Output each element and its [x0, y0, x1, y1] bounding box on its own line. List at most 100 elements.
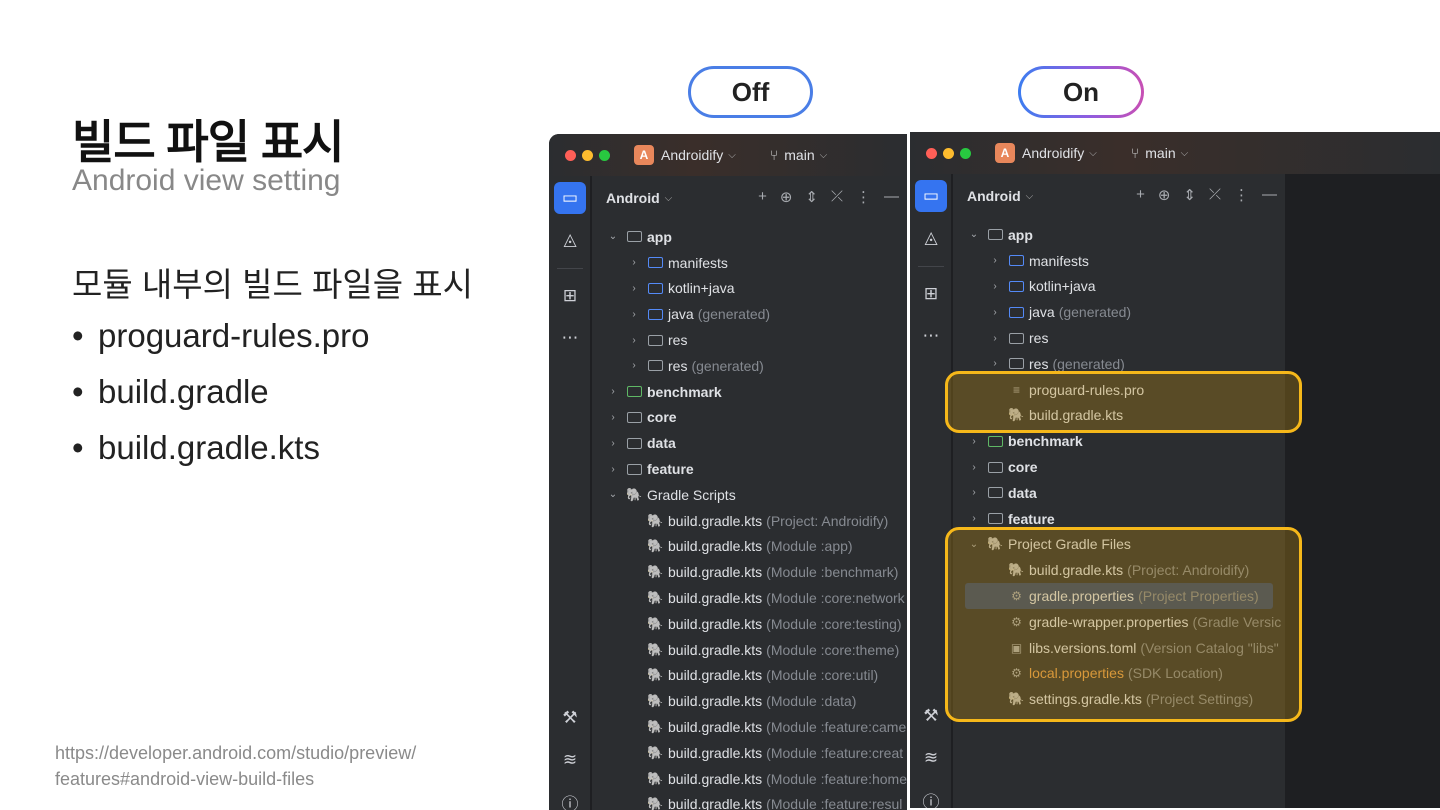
collapse-all-icon[interactable]: ⤫ [831, 188, 843, 206]
zoom-window-button[interactable] [960, 147, 971, 159]
layout-inspector-icon[interactable]: ⊞ [915, 278, 947, 310]
project-folder-icon[interactable]: ▭ [554, 182, 586, 214]
tree-row[interactable]: › java (generated) [592, 301, 907, 327]
expand-arrow-icon[interactable]: › [627, 360, 641, 371]
tree-row[interactable]: › res [953, 325, 1285, 351]
project-badge[interactable]: A [634, 145, 654, 165]
tree-row[interactable]: 🐘 build.gradle.kts (Module :feature:home [592, 766, 907, 792]
branch-name[interactable]: main [1145, 145, 1175, 161]
logcat-icon[interactable]: ≋ [915, 742, 947, 774]
problems-icon[interactable]: ⓘ [915, 784, 947, 809]
expand-arrow-icon[interactable]: › [988, 333, 1002, 344]
tree-row[interactable]: › benchmark [592, 379, 907, 405]
expand-arrow-icon[interactable]: › [967, 513, 981, 524]
expand-arrow-icon[interactable]: › [967, 436, 981, 447]
expand-arrow-icon[interactable]: ⌄ [967, 229, 981, 240]
tree-row[interactable]: › data [953, 480, 1285, 506]
tree-row[interactable]: 🐘 build.gradle.kts (Module :benchmark) [592, 559, 907, 585]
resource-manager-icon[interactable]: ◬ [915, 222, 947, 254]
tree-row[interactable]: › core [592, 405, 907, 431]
options-icon[interactable]: ⋮ [1234, 186, 1249, 204]
view-mode-selector[interactable]: Android [606, 190, 660, 206]
chevron-down-icon[interactable]: ⌵ [1026, 191, 1034, 202]
build-hammer-icon[interactable]: ⚒ [915, 700, 947, 732]
tree-row[interactable]: › kotlin+java [592, 276, 907, 302]
expand-arrow-icon[interactable]: › [606, 464, 620, 475]
project-folder-icon[interactable]: ▭ [915, 180, 947, 212]
locate-icon[interactable]: ⊕ [780, 188, 793, 206]
tree-row[interactable]: › java (generated) [953, 299, 1285, 325]
expand-arrow-icon[interactable]: › [967, 462, 981, 473]
tree-row[interactable]: › feature [592, 456, 907, 482]
tree-row[interactable]: › manifests [953, 248, 1285, 274]
hide-icon[interactable]: — [1262, 186, 1277, 204]
tree-row[interactable]: 🐘 build.gradle.kts (Module :core:theme) [592, 637, 907, 663]
project-badge[interactable]: A [995, 143, 1015, 163]
logcat-icon[interactable]: ≋ [554, 744, 586, 776]
expand-arrow-icon[interactable]: › [627, 257, 641, 268]
expand-arrow-icon[interactable]: › [606, 386, 620, 397]
expand-arrow-icon[interactable]: › [606, 438, 620, 449]
resource-manager-icon[interactable]: ◬ [554, 224, 586, 256]
tree-row[interactable]: ⌄ 🐘 Gradle Scripts [592, 482, 907, 508]
expand-arrow-icon[interactable]: ⌄ [606, 489, 620, 500]
expand-arrow-icon[interactable]: › [967, 487, 981, 498]
more-tools-icon[interactable]: ⋯ [554, 322, 586, 354]
tree-row[interactable]: › kotlin+java [953, 274, 1285, 300]
tree-row[interactable]: 🐘 build.gradle.kts (Module :data) [592, 688, 907, 714]
collapse-all-icon[interactable]: ⤫ [1209, 186, 1221, 204]
close-window-button[interactable] [926, 147, 937, 159]
tree-row[interactable]: 🐘 build.gradle.kts (Module :feature:resul [592, 792, 907, 810]
more-tools-icon[interactable]: ⋯ [915, 320, 947, 352]
project-name[interactable]: Androidify [1022, 145, 1084, 161]
zoom-window-button[interactable] [599, 149, 610, 161]
view-mode-selector[interactable]: Android [967, 188, 1021, 204]
minimize-window-button[interactable] [943, 147, 954, 159]
expand-arrow-icon[interactable]: ⌄ [606, 231, 620, 242]
expand-arrow-icon[interactable]: › [988, 281, 1002, 292]
slide-title: 빌드 파일 표시 [72, 116, 344, 168]
tree-row[interactable]: 🐘 build.gradle.kts (Module :app) [592, 534, 907, 560]
expand-all-icon[interactable]: ⇕ [805, 188, 818, 206]
expand-arrow-icon[interactable]: › [606, 412, 620, 423]
chevron-down-icon[interactable]: ⌵ [1089, 148, 1097, 159]
expand-arrow-icon[interactable]: › [627, 309, 641, 320]
tree-row[interactable]: 🐘 build.gradle.kts (Module :core:util) [592, 663, 907, 689]
tree-row[interactable]: › manifests [592, 250, 907, 276]
expand-arrow-icon[interactable]: › [988, 358, 1002, 369]
tree-row[interactable]: › core [953, 454, 1285, 480]
branch-name[interactable]: main [784, 147, 814, 163]
tree-row[interactable]: ⌄ app [953, 222, 1285, 248]
tree-row[interactable]: › res (generated) [592, 353, 907, 379]
add-icon[interactable]: + [1136, 186, 1145, 204]
add-icon[interactable]: + [758, 188, 767, 206]
chevron-down-icon[interactable]: ⌵ [665, 193, 673, 204]
locate-icon[interactable]: ⊕ [1158, 186, 1171, 204]
tree-row[interactable]: 🐘 build.gradle.kts (Module :feature:came [592, 714, 907, 740]
chevron-down-icon[interactable]: ⌵ [1181, 148, 1189, 159]
branch-icon: ⑂ [769, 147, 779, 163]
options-icon[interactable]: ⋮ [856, 188, 871, 206]
expand-arrow-icon[interactable]: › [627, 283, 641, 294]
close-window-button[interactable] [565, 149, 576, 161]
layout-inspector-icon[interactable]: ⊞ [554, 280, 586, 312]
expand-arrow-icon[interactable]: › [988, 307, 1002, 318]
minimize-window-button[interactable] [582, 149, 593, 161]
expand-arrow-icon[interactable]: › [627, 335, 641, 346]
source-link[interactable]: https://developer.android.com/studio/pre… [55, 740, 495, 792]
hide-icon[interactable]: — [884, 188, 899, 206]
tree-row[interactable]: 🐘 build.gradle.kts (Project: Androidify) [592, 508, 907, 534]
expand-all-icon[interactable]: ⇕ [1183, 186, 1196, 204]
project-name[interactable]: Androidify [661, 147, 723, 163]
tree-row[interactable]: 🐘 build.gradle.kts (Module :feature:creat [592, 740, 907, 766]
tree-row[interactable]: › res [592, 327, 907, 353]
chevron-down-icon[interactable]: ⌵ [728, 150, 736, 161]
tree-row[interactable]: › data [592, 430, 907, 456]
chevron-down-icon[interactable]: ⌵ [820, 150, 828, 161]
tree-row[interactable]: ⌄ app [592, 224, 907, 250]
tree-row[interactable]: 🐘 build.gradle.kts (Module :core:testing) [592, 611, 907, 637]
build-hammer-icon[interactable]: ⚒ [554, 702, 586, 734]
expand-arrow-icon[interactable]: › [988, 255, 1002, 266]
problems-icon[interactable]: ⓘ [554, 786, 586, 810]
tree-row[interactable]: 🐘 build.gradle.kts (Module :core:network [592, 585, 907, 611]
